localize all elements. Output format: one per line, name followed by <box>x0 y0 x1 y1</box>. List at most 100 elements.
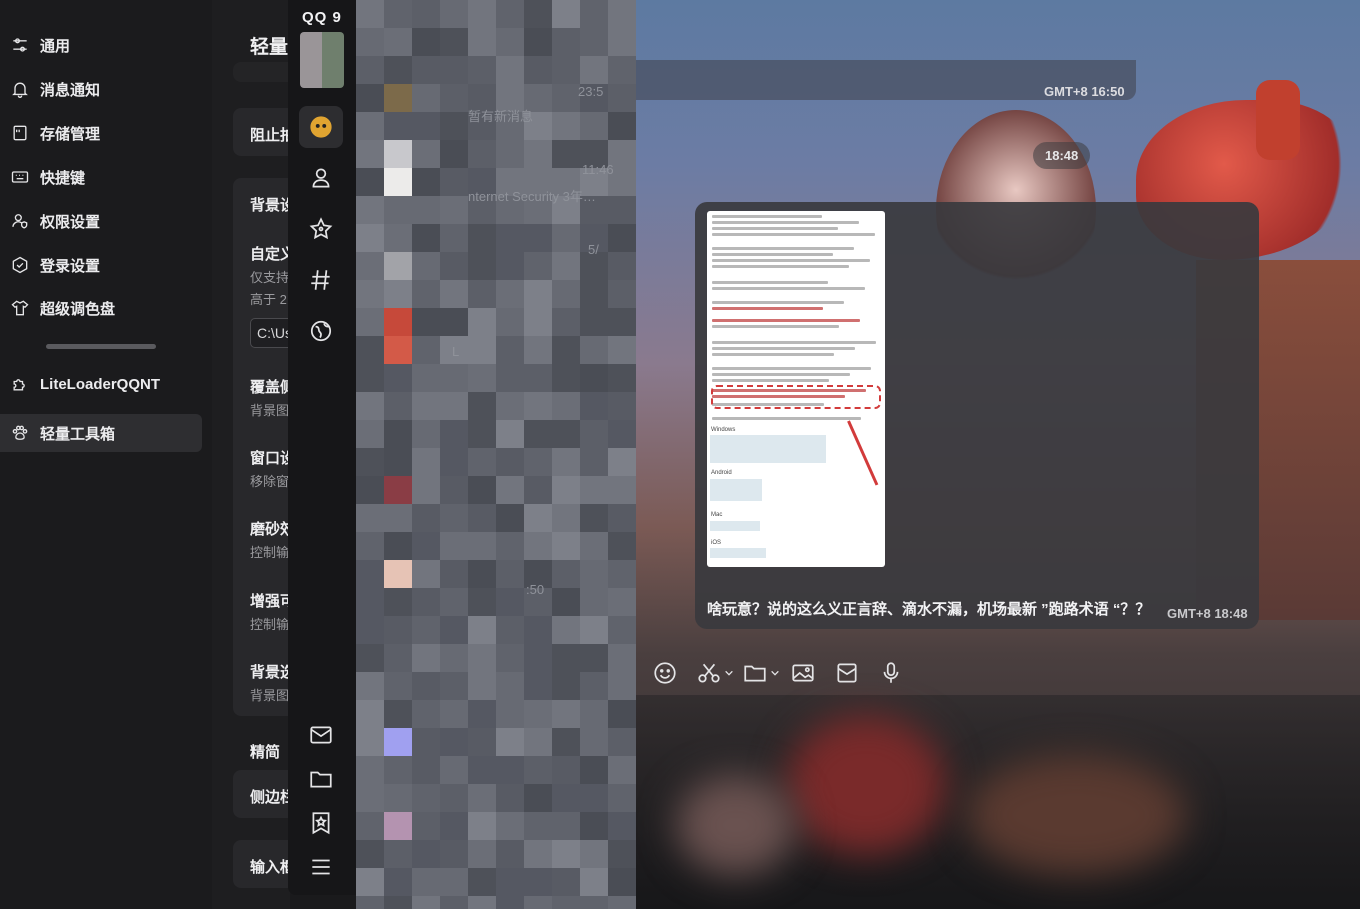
menu-icon <box>312 859 330 875</box>
pixelated-block <box>412 196 440 224</box>
messages-button[interactable] <box>299 106 343 148</box>
pixelated-block <box>552 812 580 840</box>
pixelated-block <box>356 868 384 896</box>
pixelated-block <box>356 700 384 728</box>
pixelated-block <box>496 28 524 56</box>
nav-item-storage[interactable]: 存储管理 <box>0 114 202 152</box>
pixelated-block <box>356 140 384 168</box>
message-input-area[interactable] <box>636 695 1360 909</box>
pixelated-block <box>440 28 468 56</box>
pixelated-block <box>580 672 608 700</box>
pixelated-block <box>496 252 524 280</box>
setting-title[interactable]: 输入框 <box>250 856 290 877</box>
pixelated-block <box>608 672 636 700</box>
pixelated-block <box>468 756 496 784</box>
pixelated-block <box>608 364 636 392</box>
pixelated-block <box>580 644 608 672</box>
message-icon <box>310 116 332 138</box>
pixelated-block <box>552 28 580 56</box>
pixelated-block <box>580 448 608 476</box>
pixelated-block <box>496 812 524 840</box>
nav-item-login[interactable]: 登录设置 <box>0 246 202 284</box>
pixelated-block <box>384 728 412 756</box>
pixelated-block <box>384 868 412 896</box>
nav-item-general[interactable]: 通用 <box>0 26 202 64</box>
pixelated-block <box>552 392 580 420</box>
chevron-down-icon[interactable] <box>724 668 734 678</box>
list-time: 5/ <box>588 242 599 257</box>
main-menu-button[interactable] <box>299 846 343 888</box>
pixelated-block <box>384 0 412 28</box>
pixelated-block <box>552 784 580 812</box>
pixelated-block <box>468 560 496 588</box>
pixelated-block <box>384 504 412 532</box>
pixelated-block <box>608 28 636 56</box>
pixelated-block <box>468 476 496 504</box>
pixelated-block <box>384 392 412 420</box>
pixelated-block <box>384 84 412 112</box>
chevron-down-icon[interactable] <box>770 668 780 678</box>
message-image[interactable]: Windows Android Mac iOS <box>707 211 885 567</box>
mail-icon <box>310 726 332 744</box>
nav-item-notifications[interactable]: 消息通知 <box>0 70 202 108</box>
pixelated-block <box>412 308 440 336</box>
background-art <box>966 755 1186 875</box>
setting-title[interactable]: 侧边栏 <box>250 786 290 807</box>
files-button[interactable] <box>299 758 343 800</box>
setting-title: 背景选 <box>250 664 290 681</box>
puzzle-icon <box>13 379 25 391</box>
pixelated-block <box>356 56 384 84</box>
send-file-button[interactable] <box>742 659 780 687</box>
pixelated-block <box>412 112 440 140</box>
pixelated-block <box>580 784 608 812</box>
pixelated-block <box>440 588 468 616</box>
pixelated-block <box>412 532 440 560</box>
nav-item-permissions[interactable]: 权限设置 <box>0 202 202 240</box>
nav-label: 快捷键 <box>40 169 86 187</box>
screenshot-button[interactable] <box>696 659 734 687</box>
emoji-button[interactable] <box>652 659 678 687</box>
pixelated-block <box>552 308 580 336</box>
list-preview: L <box>452 344 460 359</box>
pixelated-block <box>496 644 524 672</box>
pixelated-block <box>468 868 496 896</box>
nav-item-shortcuts[interactable]: 快捷键 <box>0 158 202 196</box>
pixelated-block <box>608 280 636 308</box>
pixelated-block <box>440 700 468 728</box>
voice-button[interactable] <box>878 659 904 687</box>
pixelated-block <box>524 868 552 896</box>
mail-button[interactable] <box>299 714 343 756</box>
list-time: 23:5 <box>578 84 604 99</box>
channels-button[interactable] <box>299 259 343 301</box>
pixelated-block <box>580 896 608 909</box>
pixelated-block <box>524 28 552 56</box>
favorites-button[interactable] <box>299 208 343 250</box>
document-text-line <box>712 259 870 262</box>
conversation-list[interactable]: 23:5 暂有新消息 11:46 nternet Security 3年… 5/… <box>356 0 636 909</box>
pixelated-block <box>468 224 496 252</box>
contacts-button[interactable] <box>299 157 343 199</box>
red-packet-button[interactable] <box>834 659 860 687</box>
nav-item-theme[interactable]: 超级调色盘 <box>0 289 202 327</box>
bookmarks-button[interactable] <box>299 802 343 844</box>
background-art <box>676 775 796 875</box>
pixelated-block <box>384 644 412 672</box>
pixelated-block <box>384 28 412 56</box>
explore-button[interactable] <box>299 310 343 352</box>
background-path-input[interactable]: C:\Us <box>250 318 290 348</box>
setting-title[interactable]: 阻止拍 <box>250 124 290 145</box>
nav-item-liteloader[interactable]: LiteLoaderQQNT <box>0 365 202 403</box>
pixelated-block <box>552 588 580 616</box>
pixelated-block <box>608 196 636 224</box>
send-image-button[interactable] <box>790 659 816 687</box>
nav-item-lite-tools[interactable]: 轻量工具箱 <box>0 414 202 452</box>
pixelated-block <box>384 168 412 196</box>
pixelated-block <box>608 392 636 420</box>
avatar[interactable] <box>300 32 344 88</box>
pixelated-block <box>580 616 608 644</box>
pixelated-block <box>552 420 580 448</box>
pixelated-block <box>440 560 468 588</box>
document-text-line <box>712 379 829 382</box>
pixelated-block <box>384 896 412 909</box>
pixelated-block <box>496 588 524 616</box>
